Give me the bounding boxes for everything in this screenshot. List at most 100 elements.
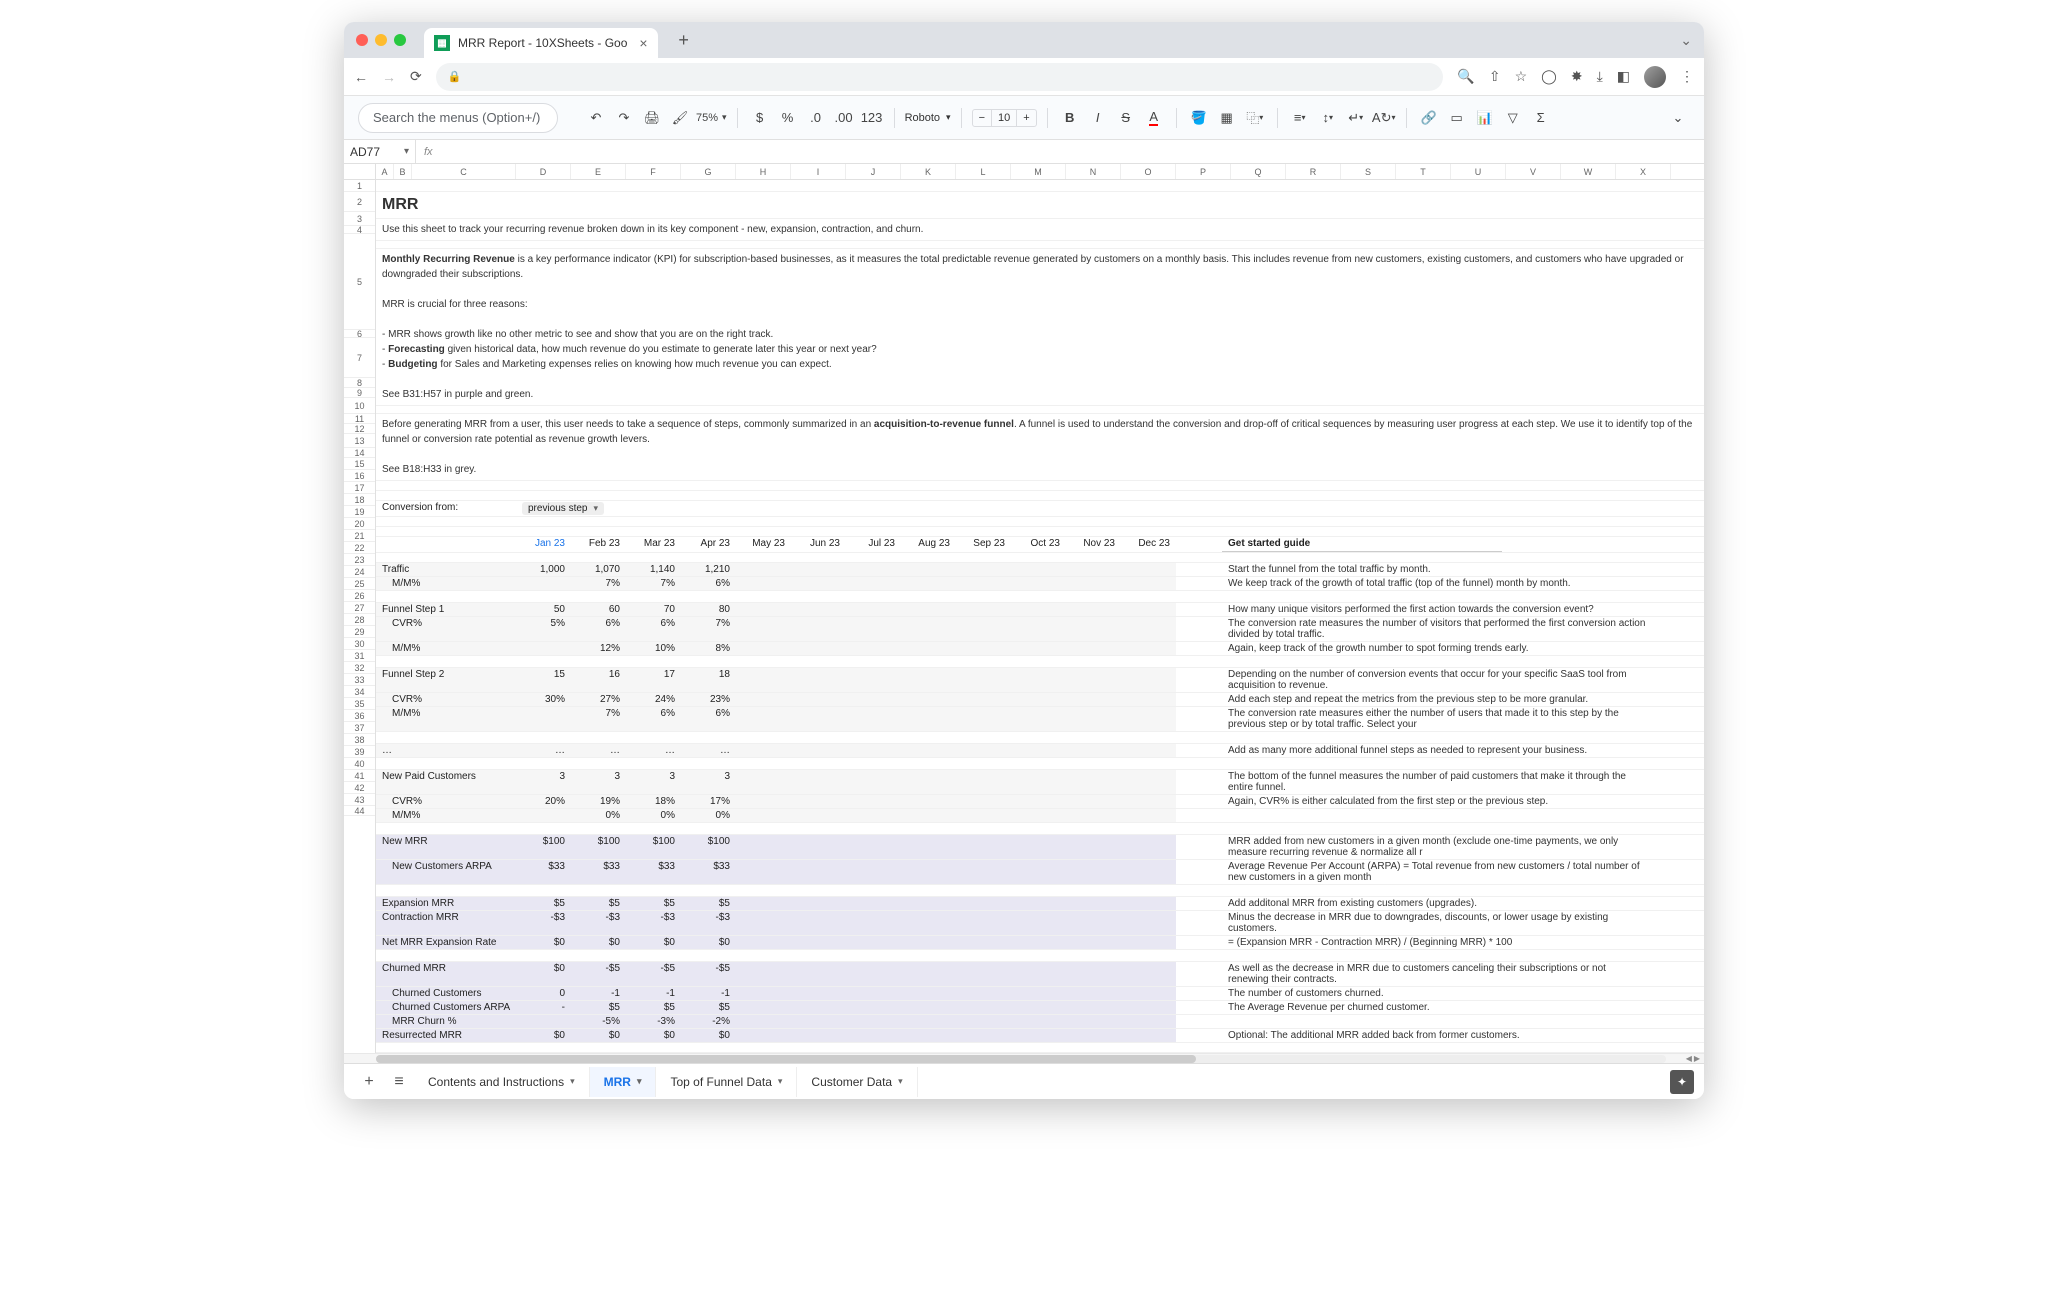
column-header-E[interactable]: E [571, 164, 626, 179]
row-header-35[interactable]: 35 [344, 698, 375, 710]
downloads-icon[interactable]: ⤓ [1597, 68, 1603, 85]
row-header-26[interactable]: 26 [344, 590, 375, 602]
column-header-S[interactable]: S [1341, 164, 1396, 179]
browser-tab[interactable]: ▦ MRR Report - 10XSheets - Goo × [424, 28, 658, 58]
row-header-38[interactable]: 38 [344, 734, 375, 746]
row-header-32[interactable]: 32 [344, 662, 375, 674]
share-icon[interactable]: ⇧ [1489, 68, 1501, 85]
zoom-dropdown[interactable]: 75%▾ [696, 112, 727, 124]
rotate-button[interactable]: A↻ ▾ [1372, 105, 1396, 131]
undo-button[interactable]: ↶ [584, 105, 608, 131]
row-header-39[interactable]: 39 [344, 746, 375, 758]
row-header-27[interactable]: 27 [344, 602, 375, 614]
row-header-13[interactable]: 13 [344, 434, 375, 448]
column-header-N[interactable]: N [1066, 164, 1121, 179]
currency-format-button[interactable]: $ [748, 105, 772, 131]
url-input[interactable]: 🔒 [436, 63, 1444, 91]
column-header-I[interactable]: I [791, 164, 846, 179]
row-header-36[interactable]: 36 [344, 710, 375, 722]
column-header-J[interactable]: J [846, 164, 901, 179]
row-header-44[interactable]: 44 [344, 806, 375, 816]
row-header-37[interactable]: 37 [344, 722, 375, 734]
row-header-30[interactable]: 30 [344, 638, 375, 650]
functions-button[interactable]: Σ [1529, 105, 1553, 131]
column-header-H[interactable]: H [736, 164, 791, 179]
fill-color-button[interactable]: 🪣 [1187, 105, 1211, 131]
redo-button[interactable]: ↷ [612, 105, 636, 131]
strikethrough-button[interactable]: S [1114, 105, 1138, 131]
row-header-6[interactable]: 6 [344, 330, 375, 338]
row-header-22[interactable]: 22 [344, 542, 375, 554]
row-header-42[interactable]: 42 [344, 782, 375, 794]
column-header-L[interactable]: L [956, 164, 1011, 179]
column-header-O[interactable]: O [1121, 164, 1176, 179]
timer-icon[interactable]: ◯ [1541, 68, 1557, 85]
row-header-12[interactable]: 12 [344, 424, 375, 434]
row-header-8[interactable]: 8 [344, 378, 375, 388]
italic-button[interactable]: I [1086, 105, 1110, 131]
horizontal-scrollbar[interactable]: ◀▶ [344, 1053, 1704, 1063]
extensions-icon[interactable]: ✸ [1571, 68, 1583, 85]
column-header-W[interactable]: W [1561, 164, 1616, 179]
sheet-tab[interactable]: Customer Data▾ [797, 1067, 917, 1097]
print-button[interactable]: 🖨 [640, 105, 664, 131]
chart-button[interactable]: 📊 [1473, 105, 1497, 131]
minimize-window-button[interactable] [375, 34, 387, 46]
row-header-16[interactable]: 16 [344, 470, 375, 482]
borders-button[interactable]: ▦ [1215, 105, 1239, 131]
row-header-25[interactable]: 25 [344, 578, 375, 590]
paint-format-button[interactable]: 🖌 [668, 105, 692, 131]
column-header-T[interactable]: T [1396, 164, 1451, 179]
row-header-20[interactable]: 20 [344, 518, 375, 530]
row-header-9[interactable]: 9 [344, 388, 375, 398]
maximize-window-button[interactable] [394, 34, 406, 46]
sheet-tab[interactable]: MRR▾ [590, 1067, 657, 1097]
sheet-tab[interactable]: Top of Funnel Data▾ [656, 1067, 797, 1097]
font-size-control[interactable]: − 10 + [972, 109, 1037, 127]
row-header-40[interactable]: 40 [344, 758, 375, 770]
row-header-43[interactable]: 43 [344, 794, 375, 806]
search-icon[interactable]: 🔍 [1457, 68, 1474, 85]
column-header-D[interactable]: D [516, 164, 571, 179]
column-header-X[interactable]: X [1616, 164, 1671, 179]
column-header-Q[interactable]: Q [1231, 164, 1286, 179]
column-header-A[interactable]: A [376, 164, 394, 179]
tabs-dropdown-icon[interactable]: ⌄ [1680, 32, 1692, 49]
column-header-U[interactable]: U [1451, 164, 1506, 179]
column-header-K[interactable]: K [901, 164, 956, 179]
wrap-button[interactable]: ↵ ▾ [1344, 105, 1368, 131]
row-header-17[interactable]: 17 [344, 482, 375, 494]
decrease-decimal-button[interactable]: .0 [804, 105, 828, 131]
close-window-button[interactable] [356, 34, 368, 46]
search-menus-input[interactable]: Search the menus (Option+/) [358, 103, 558, 133]
column-header-P[interactable]: P [1176, 164, 1231, 179]
sidepanel-icon[interactable]: ◧ [1617, 68, 1630, 85]
bold-button[interactable]: B [1058, 105, 1082, 131]
name-box[interactable]: AD77▾ [344, 140, 416, 163]
toolbar-expand-button[interactable]: ⌄ [1666, 105, 1690, 131]
menu-icon[interactable]: ⋮ [1680, 68, 1694, 85]
column-header-C[interactable]: C [412, 164, 516, 179]
column-header-B[interactable]: B [394, 164, 412, 179]
font-dropdown[interactable]: Roboto▾ [905, 112, 951, 124]
all-sheets-button[interactable]: ≡ [384, 1073, 414, 1091]
percent-format-button[interactable]: % [776, 105, 800, 131]
row-header-23[interactable]: 23 [344, 554, 375, 566]
select-all-corner[interactable] [344, 164, 376, 180]
sheet-tab[interactable]: Contents and Instructions▾ [414, 1067, 590, 1097]
reload-button[interactable]: ⟳ [410, 68, 422, 85]
back-button[interactable]: ← [354, 69, 368, 85]
spreadsheet-grid[interactable]: 1234567891011121314151617181920212223242… [344, 180, 1704, 1053]
row-header-19[interactable]: 19 [344, 506, 375, 518]
row-header-41[interactable]: 41 [344, 770, 375, 782]
profile-avatar[interactable] [1644, 66, 1666, 88]
row-header-10[interactable]: 10 [344, 398, 375, 414]
increase-decimal-button[interactable]: .00 [832, 105, 856, 131]
font-size-value[interactable]: 10 [991, 110, 1017, 126]
h-align-button[interactable]: ≡ ▾ [1288, 105, 1312, 131]
row-header-1[interactable]: 1 [344, 180, 375, 192]
row-header-29[interactable]: 29 [344, 626, 375, 638]
row-header-24[interactable]: 24 [344, 566, 375, 578]
close-tab-icon[interactable]: × [639, 35, 647, 51]
row-header-34[interactable]: 34 [344, 686, 375, 698]
